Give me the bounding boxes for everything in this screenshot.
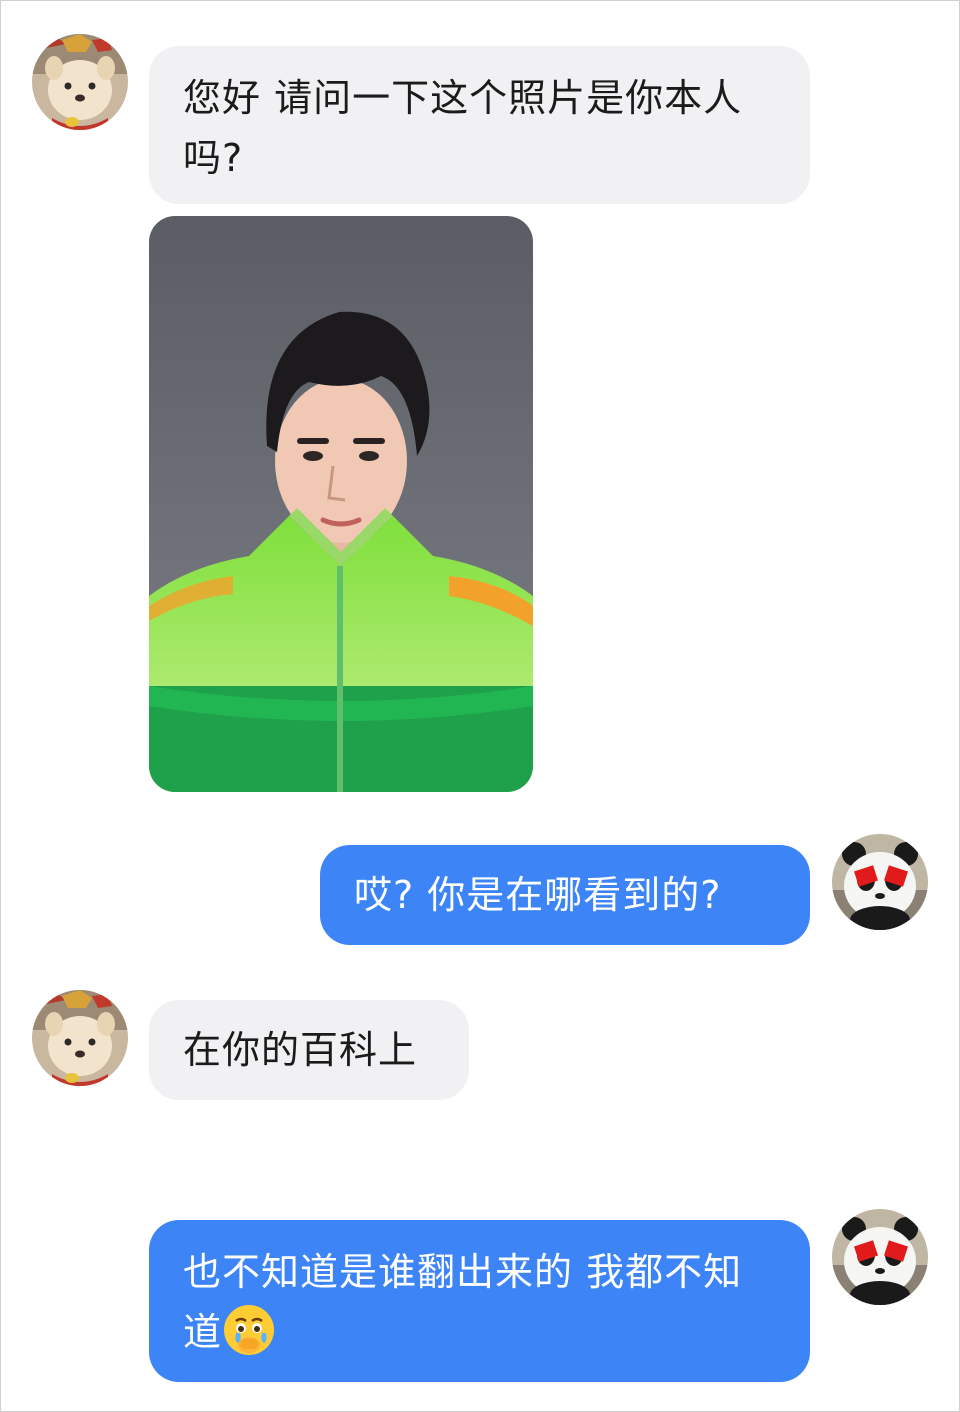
dog-avatar-icon[interactable] [32, 990, 128, 1086]
message-bubble-outgoing[interactable]: 哎? 你是在哪看到的? [320, 845, 810, 945]
message-text: 您好 请问一下这个照片是你本人吗? [183, 76, 743, 180]
panda-avatar-icon[interactable] [832, 834, 928, 930]
message-text: 哎? 你是在哪看到的? [354, 873, 722, 917]
message-text: 在你的百科上 [183, 1028, 418, 1072]
message-bubble-incoming[interactable]: 您好 请问一下这个照片是你本人吗? [149, 46, 810, 204]
dog-avatar-icon[interactable] [32, 34, 128, 130]
portrait-photo[interactable] [149, 216, 533, 792]
message-bubble-outgoing[interactable]: 也不知道是谁翻出来的 我都不知道 [149, 1220, 810, 1382]
panda-avatar-icon[interactable] [832, 1209, 928, 1305]
crying-face-emoji-icon [222, 1303, 276, 1357]
message-bubble-incoming[interactable]: 在你的百科上 [149, 1000, 469, 1100]
